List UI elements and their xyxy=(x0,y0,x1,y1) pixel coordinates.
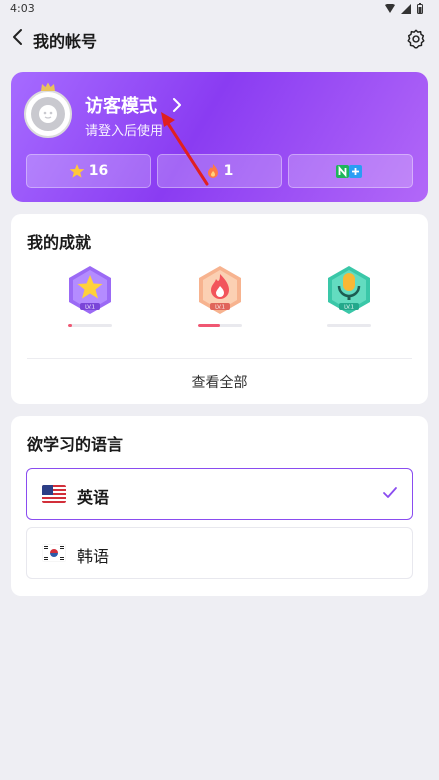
mic-badge[interactable]: LV.1 xyxy=(321,264,377,327)
crown-icon xyxy=(41,82,55,91)
view-all-button[interactable]: 查看全部 xyxy=(11,372,428,392)
status-bar: 4:03 xyxy=(0,0,439,18)
battery-icon xyxy=(417,3,423,14)
profile-card[interactable]: 访客模式 请登入后使用 16 1 xyxy=(11,72,428,202)
n-plus-stat[interactable] xyxy=(288,154,413,188)
kr-flag-icon xyxy=(42,544,66,562)
fire-badge[interactable]: LV.1 xyxy=(192,264,248,327)
language-label: 韩语 xyxy=(77,547,110,566)
divider xyxy=(27,358,412,359)
signal-icon xyxy=(401,3,411,14)
wifi-icon xyxy=(385,4,395,13)
check-icon xyxy=(383,487,397,498)
languages-title: 欲学习的语言 xyxy=(27,435,124,454)
star-icon xyxy=(69,164,85,178)
language-option-korean[interactable]: 韩语 xyxy=(26,527,413,579)
back-arrow-icon[interactable] xyxy=(8,27,28,47)
star-badge-progress xyxy=(68,324,112,327)
svg-text:LV.1: LV.1 xyxy=(85,305,95,311)
fire-badge-icon: LV.1 xyxy=(199,266,241,314)
achievements-title: 我的成就 xyxy=(27,233,92,252)
page-title: 我的帐号 xyxy=(33,32,98,51)
login-hint: 请登入后使用 xyxy=(85,124,164,139)
status-icons xyxy=(385,3,423,14)
avatar[interactable] xyxy=(24,82,72,138)
n-plus-icon xyxy=(335,164,362,178)
star-badge[interactable]: LV.1 xyxy=(62,264,118,327)
language-option-english[interactable]: 英语 xyxy=(26,468,413,520)
svg-text:LV.1: LV.1 xyxy=(344,305,354,311)
svg-text:LV.1: LV.1 xyxy=(215,305,225,311)
red-arrow-icon xyxy=(161,112,209,186)
gear-icon[interactable] xyxy=(405,28,427,50)
top-bar: 我的帐号 xyxy=(0,20,439,58)
mic-badge-icon: LV.1 xyxy=(328,266,370,314)
mic-badge-progress xyxy=(327,324,371,327)
language-label: 英语 xyxy=(77,488,110,507)
status-time: 4:03 xyxy=(10,2,35,15)
languages-card: 欲学习的语言 英语 韩语 xyxy=(11,416,428,596)
streak-count: 1 xyxy=(223,163,234,179)
user-placeholder-icon xyxy=(31,97,65,131)
stars-stat[interactable]: 16 xyxy=(26,154,151,188)
stars-count: 16 xyxy=(88,163,109,179)
us-flag-icon xyxy=(42,485,66,503)
guest-mode-title[interactable]: 访客模式 xyxy=(85,92,157,118)
fire-badge-progress xyxy=(198,324,242,327)
star-badge-icon: LV.1 xyxy=(69,266,111,314)
achievements-card: 我的成就 LV.1 LV.1 LV.1 查看全部 xyxy=(11,214,428,404)
avatar-circle xyxy=(24,90,72,138)
